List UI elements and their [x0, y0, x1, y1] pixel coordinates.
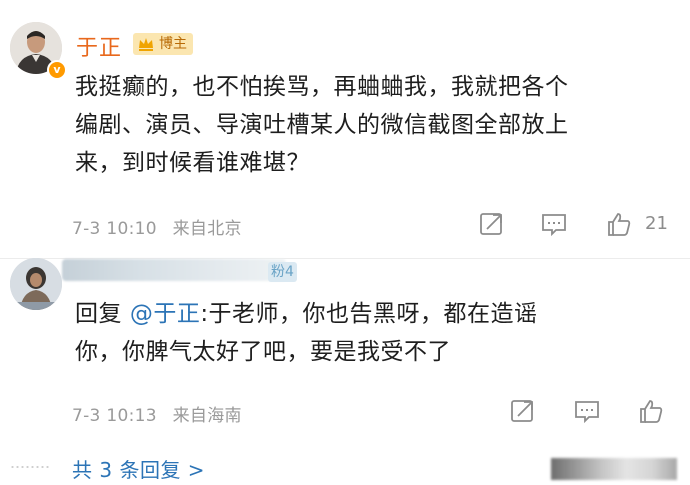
comment-line: 我挺癫的，也不怕挨骂，再蛐蛐我，我就把各个 — [75, 74, 569, 100]
blurred-username — [62, 259, 286, 281]
share-icon[interactable] — [479, 211, 505, 237]
like-icon[interactable] — [606, 211, 632, 237]
comment-text: 回复 @于正:于老师，你也告黑呀，都在造谣 你，你脾气太好了吧，要是我受不了 — [75, 295, 675, 371]
share-icon[interactable] — [510, 398, 536, 424]
dotted-separator — [10, 466, 50, 468]
comment-line: 回复 @于正:于老师，你也告黑呀，都在造谣 — [75, 295, 675, 333]
comment-time: 7-3 10:10 — [72, 219, 157, 239]
fan-badge: 粉4 — [268, 262, 297, 282]
comment-location: 来自北京 — [172, 219, 242, 239]
comment-line: 你，你脾气太好了吧，要是我受不了 — [75, 339, 451, 365]
blogger-badge-label: 博主 — [159, 36, 187, 52]
reply-prefix: 回复 — [75, 301, 122, 327]
crown-icon — [139, 38, 153, 51]
username[interactable]: 于正 — [76, 30, 122, 62]
blogger-badge: 博主 — [133, 33, 193, 55]
comment-line: 编剧、演员、导演吐槽某人的微信截图全部放上 — [75, 112, 569, 138]
avatar[interactable] — [10, 258, 62, 310]
like-icon[interactable] — [638, 398, 664, 424]
reply-text: :于老师，你也告黑呀，都在造谣 — [200, 301, 538, 327]
verified-icon: v — [47, 60, 67, 80]
blurred-watermark — [551, 458, 677, 480]
comment-icon[interactable] — [541, 211, 567, 237]
mention-link[interactable]: @于正 — [130, 301, 201, 327]
comment-meta: 7-3 10:13 来自海南 — [72, 401, 242, 426]
comment-meta: 7-3 10:10 来自北京 — [72, 214, 242, 239]
like-count: 21 — [645, 213, 668, 234]
comment-text: 我挺癫的，也不怕挨骂，再蛐蛐我，我就把各个 编剧、演员、导演吐槽某人的微信截图全… — [75, 68, 675, 182]
comment-location: 来自海南 — [172, 406, 242, 426]
more-replies-link[interactable]: 共 3 条回复 > — [72, 454, 205, 483]
comment-line: 来，到时候看谁难堪？ — [75, 150, 310, 176]
comment-time: 7-3 10:13 — [72, 406, 157, 426]
comment-icon[interactable] — [574, 398, 600, 424]
